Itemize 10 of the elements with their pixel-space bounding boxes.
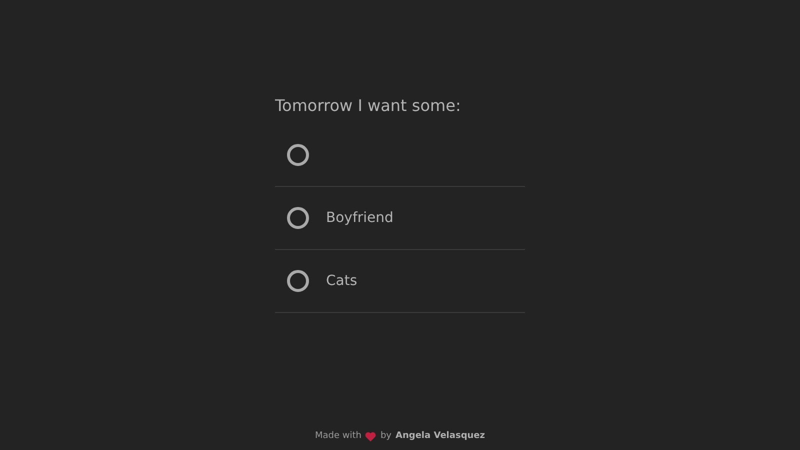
radio-button[interactable] <box>287 144 309 166</box>
heart-icon <box>365 432 376 442</box>
footer-text: Made with <box>314 430 362 443</box>
radio-button[interactable] <box>287 207 309 229</box>
author-name: Angela Velasquez <box>396 430 486 443</box>
option-label[interactable]: Boyfriend <box>326 208 394 228</box>
footer-text: by <box>380 430 392 443</box>
radio-button[interactable] <box>287 270 309 292</box>
question-label: Tomorrow I want some: <box>275 95 461 117</box>
option-label[interactable]: Cats <box>326 270 358 292</box>
